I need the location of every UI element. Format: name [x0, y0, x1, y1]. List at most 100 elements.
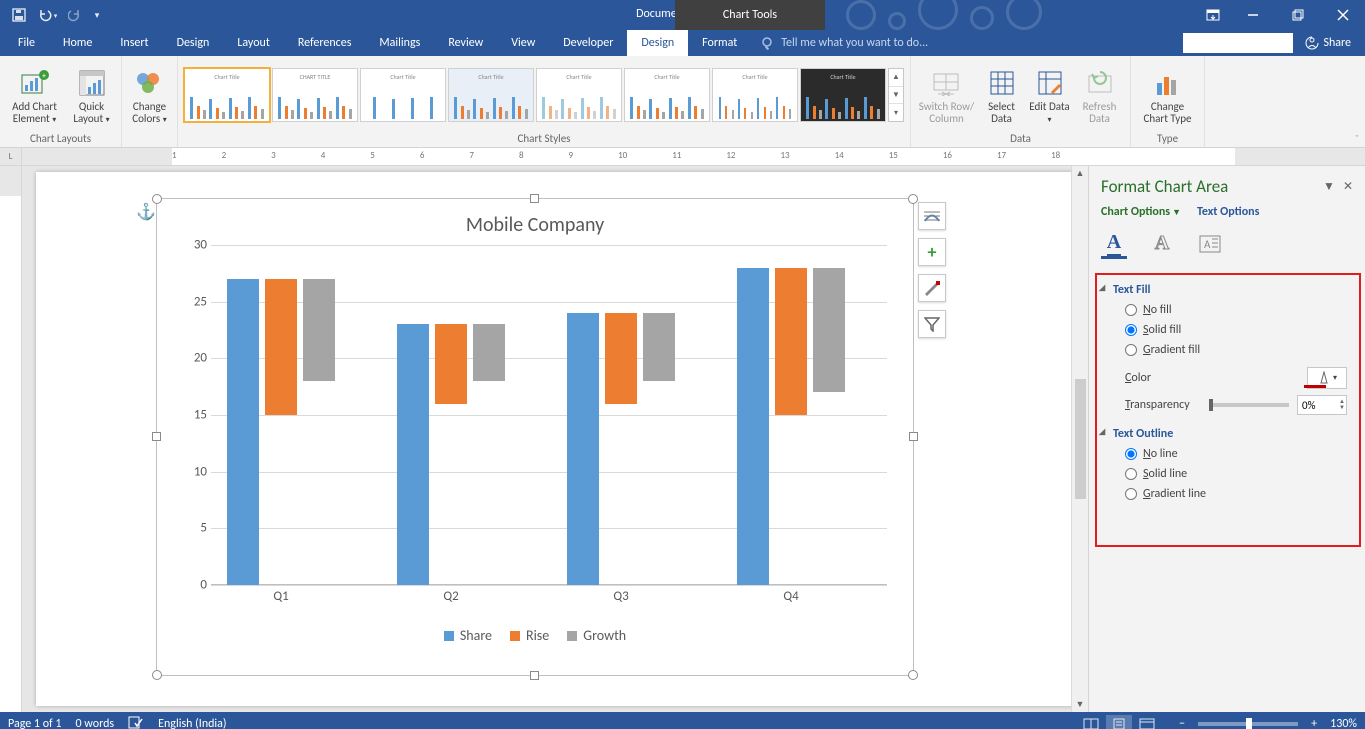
resize-handle[interactable]	[152, 670, 162, 680]
status-page[interactable]: Page 1 of 1	[8, 717, 62, 729]
bar-share-q4[interactable]	[737, 268, 769, 585]
textbox-tab-icon[interactable]: A	[1197, 233, 1223, 259]
document-area[interactable]: ⚓ Mobile Company 051015202530 Q1Q2Q	[22, 166, 1071, 712]
tell-me[interactable]: Tell me what you want to do...	[751, 30, 1183, 56]
chart-style-5[interactable]: Chart Title	[536, 68, 622, 122]
add-chart-element-button[interactable]: + Add Chart Element ▾	[6, 63, 64, 127]
share-button[interactable]: Share	[1299, 36, 1357, 50]
titlebar-search-input[interactable]	[1183, 33, 1293, 53]
status-proofing-icon[interactable]	[128, 715, 144, 729]
chart-style-6[interactable]: Chart Title	[624, 68, 710, 122]
qat-customize-icon[interactable]: ▾	[90, 2, 104, 28]
bar-rise-q1[interactable]	[265, 279, 297, 415]
legend-item-share[interactable]: Share	[444, 627, 492, 644]
change-chart-type-button[interactable]: Change Chart Type	[1139, 63, 1197, 127]
chart-style-4[interactable]: Chart Title	[448, 68, 534, 122]
plot-area[interactable]: 051015202530	[211, 245, 887, 585]
status-words[interactable]: 0 words	[76, 717, 115, 729]
pane-close-icon[interactable]: ✕	[1343, 179, 1353, 194]
zoom-level[interactable]: 130%	[1330, 717, 1357, 729]
chart-style-2[interactable]: CHART TITLE	[272, 68, 358, 122]
tab-home[interactable]: Home	[49, 30, 106, 56]
text-fill-color-picker[interactable]: ▾	[1307, 367, 1347, 389]
text-effects-tab-icon[interactable]: A	[1149, 233, 1175, 259]
zoom-out-button[interactable]: −	[1174, 717, 1190, 729]
save-icon[interactable]	[6, 2, 32, 28]
gradient-line-radio[interactable]: Gradient line	[1125, 487, 1347, 501]
chart-elements-icon[interactable]: +	[918, 238, 946, 266]
tab-chart-design[interactable]: Design	[627, 30, 688, 56]
edit-data-button[interactable]: Edit Data ▾	[1028, 63, 1072, 127]
chart-style-1[interactable]: Chart Title	[184, 68, 270, 122]
resize-handle[interactable]	[152, 194, 162, 204]
text-options-link[interactable]: Text Options	[1197, 205, 1259, 219]
zoom-slider[interactable]	[1198, 722, 1298, 726]
layout-options-icon[interactable]	[918, 202, 946, 230]
text-outline-section[interactable]: Text Outline	[1097, 419, 1359, 447]
minimize-icon[interactable]	[1230, 0, 1275, 30]
chart-style-3[interactable]: Chart Title	[360, 68, 446, 122]
zoom-in-button[interactable]: +	[1306, 717, 1322, 729]
chart-styles-icon[interactable]	[918, 274, 946, 302]
bar-rise-q2[interactable]	[435, 324, 467, 403]
tab-developer[interactable]: Developer	[549, 30, 627, 56]
resize-handle[interactable]	[152, 432, 161, 441]
tab-design[interactable]: Design	[163, 30, 224, 56]
collapse-ribbon-icon[interactable]: ˇ	[1355, 132, 1359, 145]
resize-handle[interactable]	[908, 670, 918, 680]
no-fill-radio[interactable]: No fill	[1125, 303, 1347, 317]
print-layout-icon[interactable]	[1106, 715, 1132, 729]
tab-references[interactable]: References	[284, 30, 366, 56]
tab-chart-format[interactable]: Format	[688, 30, 751, 56]
chart-style-8[interactable]: Chart Title	[800, 68, 886, 122]
read-mode-icon[interactable]	[1078, 715, 1104, 729]
tab-insert[interactable]: Insert	[106, 30, 162, 56]
horizontal-ruler[interactable]: 123456789101112131415161718	[22, 148, 1365, 166]
chart-filters-icon[interactable]	[918, 310, 946, 338]
solid-fill-radio[interactable]: Solid fill	[1125, 323, 1347, 337]
tab-file[interactable]: File	[4, 30, 49, 56]
tab-layout[interactable]: Layout	[223, 30, 284, 56]
pane-options-icon[interactable]: ▼	[1323, 179, 1335, 194]
bar-growth-q1[interactable]	[303, 279, 335, 381]
text-fill-outline-tab-icon[interactable]: A	[1101, 233, 1127, 259]
chart-styles-scroll[interactable]: ▲▼▾	[888, 68, 904, 122]
bar-share-q1[interactable]	[227, 279, 259, 585]
resize-handle[interactable]	[530, 671, 539, 680]
tab-review[interactable]: Review	[434, 30, 497, 56]
chart-options-dropdown[interactable]: Chart Options	[1101, 205, 1181, 219]
bar-rise-q4[interactable]	[775, 268, 807, 415]
bar-growth-q3[interactable]	[643, 313, 675, 381]
redo-icon[interactable]	[62, 2, 88, 28]
resize-handle[interactable]	[909, 432, 918, 441]
chart-area[interactable]: Mobile Company 051015202530 Q1Q2Q3Q4 Sha…	[167, 209, 903, 665]
web-layout-icon[interactable]	[1134, 715, 1160, 729]
no-line-radio[interactable]: No line	[1125, 447, 1347, 461]
bar-share-q3[interactable]	[567, 313, 599, 585]
legend[interactable]: Share Rise Growth	[167, 609, 903, 644]
tab-view[interactable]: View	[497, 30, 549, 56]
legend-item-growth[interactable]: Growth	[567, 627, 626, 644]
vertical-scrollbar[interactable]: ▲▼	[1071, 166, 1088, 712]
resize-handle[interactable]	[908, 194, 918, 204]
transparency-input[interactable]	[1297, 395, 1347, 415]
ribbon-display-options-icon[interactable]	[1196, 0, 1230, 30]
gradient-fill-radio[interactable]: Gradient fill	[1125, 343, 1347, 357]
legend-item-rise[interactable]: Rise	[510, 627, 549, 644]
tab-mailings[interactable]: Mailings	[365, 30, 434, 56]
resize-handle[interactable]	[530, 194, 539, 203]
select-data-button[interactable]: Select Data	[980, 63, 1024, 127]
maximize-icon[interactable]	[1275, 0, 1320, 30]
quick-layout-button[interactable]: Quick Layout ▾	[68, 63, 116, 127]
bar-growth-q4[interactable]	[813, 268, 845, 393]
chart-style-7[interactable]: Chart Title	[712, 68, 798, 122]
close-icon[interactable]	[1320, 0, 1365, 30]
transparency-slider[interactable]	[1209, 403, 1289, 407]
solid-line-radio[interactable]: Solid line	[1125, 467, 1347, 481]
status-language[interactable]: English (India)	[158, 717, 226, 729]
undo-icon[interactable]: ▾	[34, 2, 60, 28]
change-colors-button[interactable]: Change Colors ▾	[126, 63, 174, 127]
text-fill-section[interactable]: Text Fill	[1097, 275, 1359, 303]
chart-title[interactable]: Mobile Company	[167, 209, 903, 245]
bar-share-q2[interactable]	[397, 324, 429, 585]
